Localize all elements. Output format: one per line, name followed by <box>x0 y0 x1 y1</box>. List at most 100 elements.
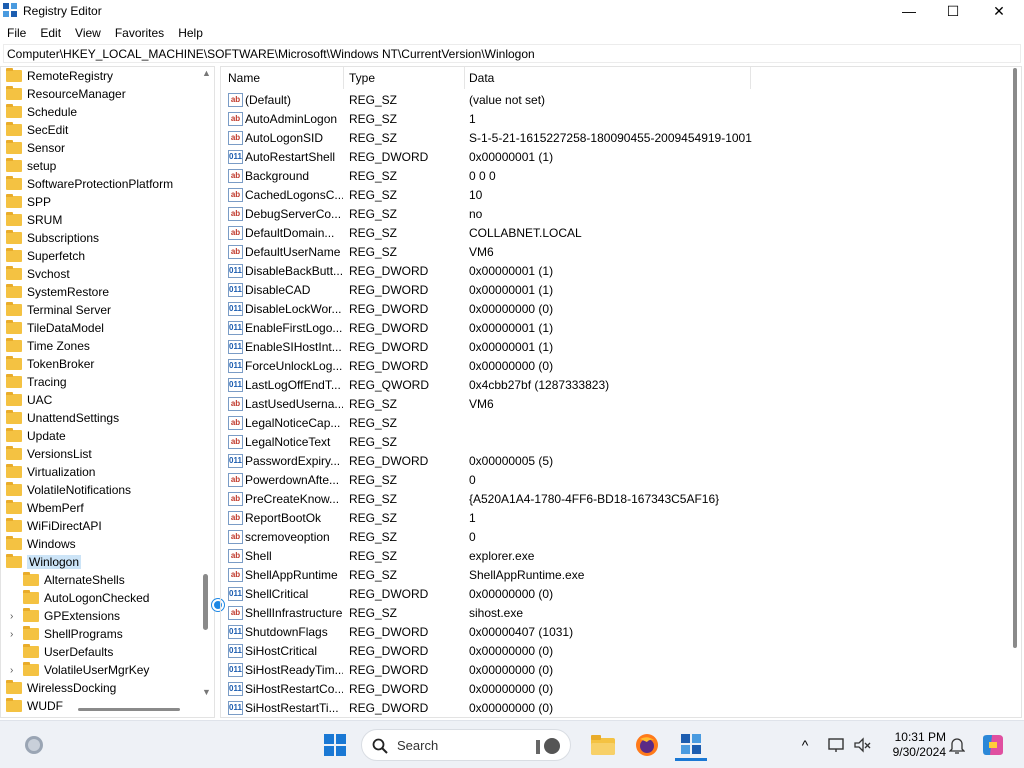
minimize-button[interactable]: — <box>886 0 932 22</box>
tree-vertical-scrollbar-thumb[interactable] <box>203 574 208 630</box>
value-row[interactable]: ab ShellInfrastructure REG_SZ sihost.exe <box>221 604 1001 623</box>
value-row[interactable]: 011 PasswordExpiry... REG_DWORD 0x00000005 … <box>221 452 1001 471</box>
tree-item-uac[interactable]: UAC <box>6 391 52 409</box>
copilot-button[interactable] <box>978 729 1008 761</box>
value-row[interactable]: ab DebugServerCo... REG_SZ no <box>221 205 1001 224</box>
value-row[interactable]: 011 AutoRestartShell REG_DWORD 0x00000001 (… <box>221 148 1001 167</box>
tree-item-setup[interactable]: setup <box>6 157 56 175</box>
value-row[interactable]: ab Background REG_SZ 0 0 0 <box>221 167 1001 186</box>
tree-item-virtualization[interactable]: Virtualization <box>6 463 95 481</box>
value-row[interactable]: 011 EnableSIHostInt... REG_DWORD 0x00000001… <box>221 338 1001 357</box>
value-row[interactable]: 011 ShellCritical REG_DWORD 0x00000000 (0) <box>221 585 1001 604</box>
value-row[interactable]: 011 DisableLockWor... REG_DWORD 0x00000000 … <box>221 300 1001 319</box>
widgets-button[interactable] <box>18 729 50 761</box>
value-row[interactable]: ab ReportBootOk REG_SZ 1 <box>221 509 1001 528</box>
values-list-pane[interactable]: Name Type Data ab (Default) REG_SZ (value n… <box>220 66 1022 718</box>
value-row[interactable]: ab DefaultUserName REG_SZ VM6 <box>221 243 1001 262</box>
tree-item-spp[interactable]: SPP <box>6 193 51 211</box>
tree-item-windows[interactable]: Windows <box>6 535 76 553</box>
value-row[interactable]: 011 EnableFirstLogo... REG_DWORD 0x00000001… <box>221 319 1001 338</box>
firefox-taskbar-button[interactable] <box>631 729 663 761</box>
tree-scroll-up-icon[interactable]: ▲ <box>202 68 211 78</box>
column-divider[interactable] <box>750 67 751 89</box>
tree-item-wirelessdocking[interactable]: WirelessDocking <box>6 679 116 697</box>
tree-item-terminal-server[interactable]: Terminal Server <box>6 301 111 319</box>
file-explorer-taskbar-button[interactable] <box>587 729 619 761</box>
start-button[interactable] <box>318 729 352 761</box>
tree-item-gpextensions[interactable]: › GPExtensions <box>10 607 120 625</box>
value-row[interactable]: 011 DisableBackButt... REG_DWORD 0x00000001… <box>221 262 1001 281</box>
tree-item-shellprograms[interactable]: › ShellPrograms <box>10 625 123 643</box>
menu-help[interactable]: Help <box>171 26 210 40</box>
tree-item-remoteregistry[interactable]: RemoteRegistry <box>6 67 113 85</box>
tree-item-alternateshells[interactable]: AlternateShells <box>23 571 125 589</box>
volume-tray-button[interactable] <box>850 729 874 761</box>
tree-item-wudf[interactable]: WUDF <box>6 697 63 715</box>
expand-chevron-icon[interactable]: › <box>10 665 13 676</box>
value-row[interactable]: 011 SiHostReadyTim... REG_DWORD 0x00000000 … <box>221 661 1001 680</box>
value-row[interactable]: ab AutoLogonSID REG_SZ S-1-5-21-1615227258-… <box>221 129 1001 148</box>
tree-item-versionslist[interactable]: VersionsList <box>6 445 92 463</box>
value-row[interactable]: ab ShellAppRuntime REG_SZ ShellAppRuntime.e… <box>221 566 1001 585</box>
network-tray-button[interactable] <box>825 729 849 761</box>
tree-item-tracing[interactable]: Tracing <box>6 373 67 391</box>
tree-item-srum[interactable]: SRUM <box>6 211 62 229</box>
tree-item-wbemperf[interactable]: WbemPerf <box>6 499 84 517</box>
tree-item-systemrestore[interactable]: SystemRestore <box>6 283 109 301</box>
tree-item-unattendsettings[interactable]: UnattendSettings <box>6 409 119 427</box>
tree-item-superfetch[interactable]: Superfetch <box>6 247 85 265</box>
tree-horizontal-scrollbar-thumb[interactable] <box>78 708 180 711</box>
value-row[interactable]: 011 SiHostRestartTi... REG_DWORD 0x00000000… <box>221 699 1001 717</box>
tree-item-sensor[interactable]: Sensor <box>6 139 65 157</box>
show-hidden-icons-button[interactable]: ^ <box>793 729 817 761</box>
notifications-button[interactable] <box>945 729 969 761</box>
value-row[interactable]: ab LegalNoticeCap... REG_SZ <box>221 414 1001 433</box>
value-row[interactable]: ab DefaultDomain... REG_SZ COLLABNET.LOCAL <box>221 224 1001 243</box>
value-row[interactable]: ab PreCreateKnow... REG_SZ {A520A1A4-1780-4… <box>221 490 1001 509</box>
value-row[interactable]: ab (Default) REG_SZ (value not set) <box>221 91 1001 110</box>
maximize-button[interactable]: ☐ <box>930 0 976 22</box>
value-row[interactable]: 011 SiHostRestartCo... REG_DWORD 0x00000000… <box>221 680 1001 699</box>
value-row[interactable]: ab LegalNoticeText REG_SZ <box>221 433 1001 452</box>
menu-file[interactable]: File <box>0 26 33 40</box>
value-row[interactable]: ab LastUsedUserna... REG_SZ VM6 <box>221 395 1001 414</box>
tree-item-resourcemanager[interactable]: ResourceManager <box>6 85 126 103</box>
tree-item-time-zones[interactable]: Time Zones <box>6 337 90 355</box>
menu-favorites[interactable]: Favorites <box>108 26 171 40</box>
key-tree-pane[interactable]: RemoteRegistry ResourceManager Schedule Sec… <box>0 66 215 718</box>
menu-view[interactable]: View <box>68 26 108 40</box>
value-row[interactable]: 011 SiHostCritical REG_DWORD 0x00000000 (0) <box>221 642 1001 661</box>
tree-item-volatilenotifications[interactable]: VolatileNotifications <box>6 481 131 499</box>
close-button[interactable]: ✕ <box>976 0 1022 22</box>
tree-item-winlogon[interactable]: Winlogon <box>6 553 82 571</box>
values-vertical-scrollbar-thumb[interactable] <box>1013 68 1017 648</box>
value-row[interactable]: ab PowerdownAfte... REG_SZ 0 <box>221 471 1001 490</box>
tree-item-tiledatamodel[interactable]: TileDataModel <box>6 319 104 337</box>
value-row[interactable]: ab AutoAdminLogon REG_SZ 1 <box>221 110 1001 129</box>
tree-item-subscriptions[interactable]: Subscriptions <box>6 229 99 247</box>
value-row[interactable]: 011 LastLogOffEndT... REG_QWORD 0x4cbb27bf … <box>221 376 1001 395</box>
tree-scroll-down-icon[interactable]: ▼ <box>202 687 211 697</box>
column-header-name[interactable]: Name <box>221 67 343 89</box>
address-bar[interactable]: Computer\HKEY_LOCAL_MACHINE\SOFTWARE\Mic… <box>3 44 1021 63</box>
tree-item-softwareprotectionplatform[interactable]: SoftwareProtectionPlatform <box>6 175 173 193</box>
value-row[interactable]: ab CachedLogonsC... REG_SZ 10 <box>221 186 1001 205</box>
tree-item-volatileusermgrkey[interactable]: › VolatileUserMgrKey <box>10 661 149 679</box>
value-row[interactable]: 011 DisableCAD REG_DWORD 0x00000001 (1) <box>221 281 1001 300</box>
menu-edit[interactable]: Edit <box>33 26 68 40</box>
tree-item-schedule[interactable]: Schedule <box>6 103 77 121</box>
tree-item-svchost[interactable]: Svchost <box>6 265 70 283</box>
tree-item-tokenbroker[interactable]: TokenBroker <box>6 355 94 373</box>
tree-item-userdefaults[interactable]: UserDefaults <box>23 643 113 661</box>
tree-item-update[interactable]: Update <box>6 427 66 445</box>
expand-chevron-icon[interactable]: › <box>10 611 13 622</box>
tree-item-wifidirectapi[interactable]: WiFiDirectAPI <box>6 517 102 535</box>
column-header-type[interactable]: Type <box>342 67 464 89</box>
value-row[interactable]: ab Shell REG_SZ explorer.exe <box>221 547 1001 566</box>
expand-chevron-icon[interactable]: › <box>10 629 13 640</box>
taskbar-search-box[interactable]: Search <box>361 729 571 761</box>
tree-item-autologonchecked[interactable]: AutoLogonChecked <box>23 589 149 607</box>
column-header-data[interactable]: Data <box>462 67 750 89</box>
taskbar-clock[interactable]: 10:31 PM 9/30/2024 <box>878 730 946 760</box>
value-row[interactable]: 011 ForceUnlockLog... REG_DWORD 0x00000000 … <box>221 357 1001 376</box>
